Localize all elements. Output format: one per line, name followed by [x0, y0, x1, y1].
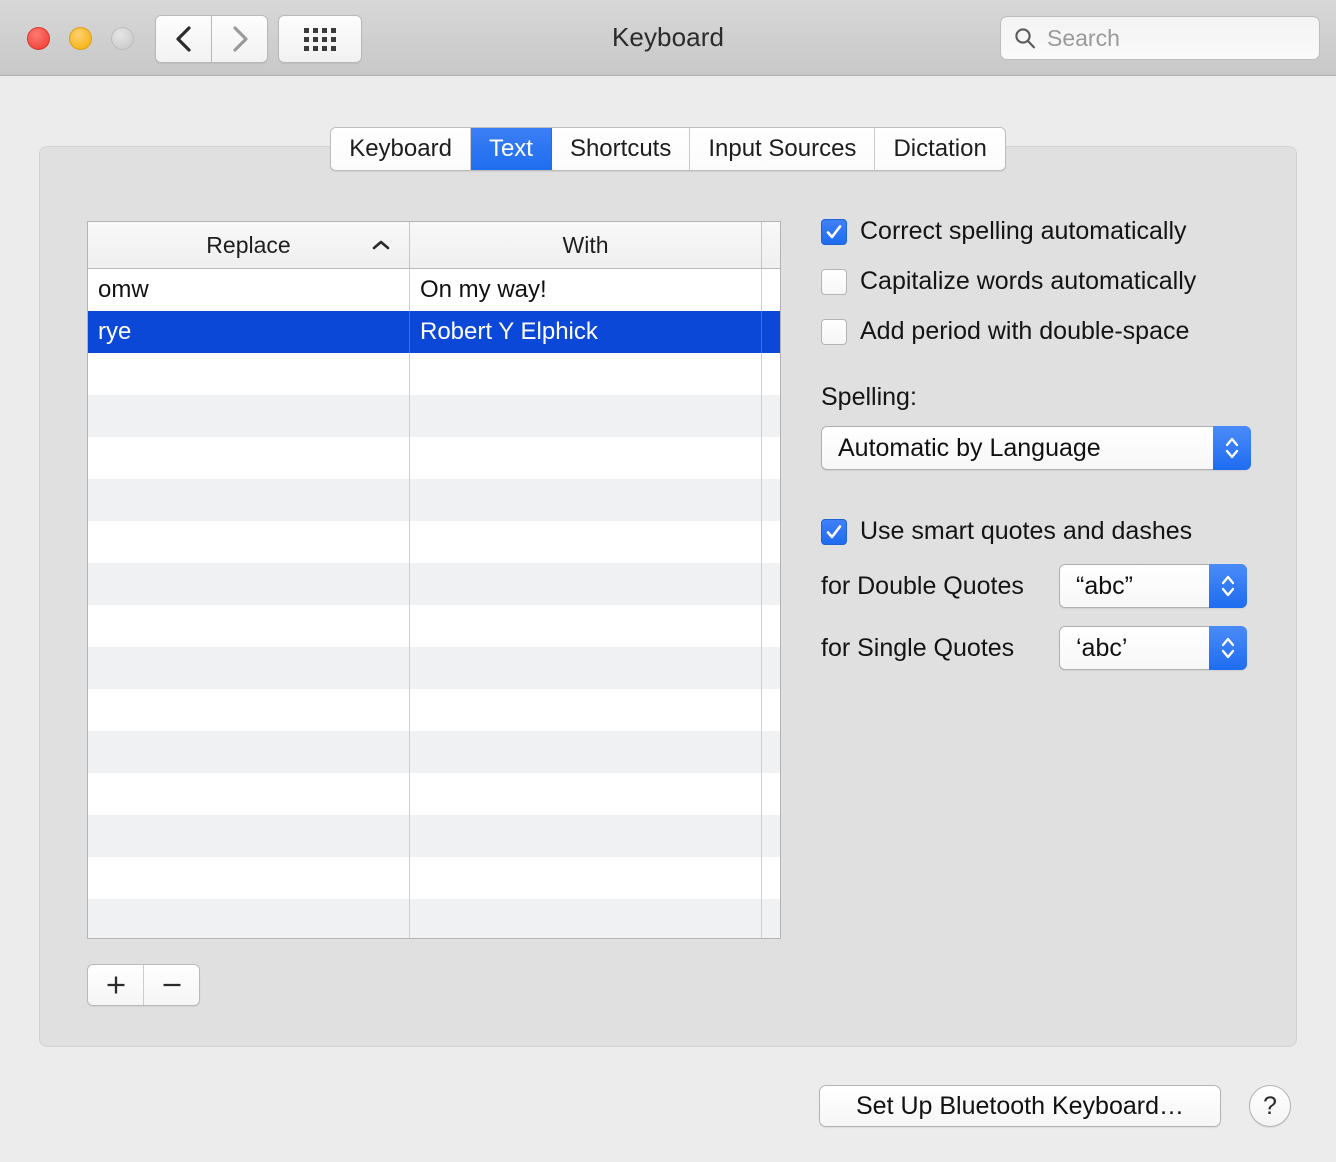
spelling-popup-button[interactable]: Automatic by Language — [821, 426, 1251, 470]
chevron-up-down-icon — [1222, 433, 1242, 463]
checkbox-correct-spelling[interactable] — [821, 219, 847, 245]
text-options: Correct spelling automatically Capitaliz… — [821, 217, 1261, 670]
single-quotes-row: for Single Quotes ‘abc’ — [821, 626, 1261, 670]
option-add-period[interactable]: Add period with double-space — [821, 317, 1261, 346]
table-empty-row[interactable] — [88, 437, 780, 479]
checkbox-add-period[interactable] — [821, 319, 847, 345]
option-smart-quotes[interactable]: Use smart quotes and dashes — [821, 517, 1261, 546]
search-icon — [1013, 26, 1037, 50]
checkmark-icon — [824, 522, 844, 542]
option-correct-spelling[interactable]: Correct spelling automatically — [821, 217, 1261, 246]
table-body: omw On my way! rye Robert Y Elphick — [88, 269, 780, 939]
table-empty-row[interactable] — [88, 521, 780, 563]
text-replacement-table[interactable]: Replace With omw On my way! rye Robert Y… — [87, 221, 781, 939]
single-quotes-value: ‘abc’ — [1060, 634, 1127, 663]
search-input[interactable]: Search — [1047, 25, 1120, 52]
help-button[interactable]: ? — [1249, 1085, 1291, 1127]
minus-icon — [160, 973, 184, 997]
table-empty-row[interactable] — [88, 563, 780, 605]
table-empty-row[interactable] — [88, 689, 780, 731]
table-empty-row[interactable] — [88, 731, 780, 773]
tab-shortcuts[interactable]: Shortcuts — [552, 128, 690, 170]
option-add-period-label: Add period with double-space — [860, 317, 1189, 346]
checkbox-capitalize-words[interactable] — [821, 269, 847, 295]
chevron-up-down-icon — [1218, 633, 1238, 663]
table-row[interactable]: omw On my way! — [88, 269, 780, 311]
remove-button[interactable] — [144, 965, 199, 1005]
plus-icon — [104, 973, 128, 997]
column-header-replace-label: Replace — [206, 232, 290, 259]
tab-text[interactable]: Text — [471, 128, 552, 170]
chevron-up-down-icon — [1218, 571, 1238, 601]
cell-with: On my way! — [410, 269, 762, 311]
set-up-bluetooth-keyboard-button[interactable]: Set Up Bluetooth Keyboard… — [819, 1085, 1221, 1127]
table-empty-row[interactable] — [88, 353, 780, 395]
table-header-row: Replace With — [88, 222, 780, 269]
double-quotes-popup-button[interactable]: “abc” — [1059, 564, 1247, 608]
stepper-arrows-icon[interactable] — [1209, 564, 1247, 608]
double-quotes-row: for Double Quotes “abc” — [821, 564, 1261, 608]
option-smart-quotes-label: Use smart quotes and dashes — [860, 517, 1192, 546]
stepper-arrows-icon[interactable] — [1209, 626, 1247, 670]
double-quotes-value: “abc” — [1060, 572, 1133, 601]
table-empty-row[interactable] — [88, 773, 780, 815]
checkmark-icon — [824, 222, 844, 242]
table-empty-row[interactable] — [88, 479, 780, 521]
table-row[interactable]: rye Robert Y Elphick — [88, 311, 780, 353]
double-quotes-label: for Double Quotes — [821, 572, 1059, 601]
text-preferences-panel: Replace With omw On my way! rye Robert Y… — [39, 146, 1297, 1047]
spelling-label: Spelling: — [821, 383, 1261, 412]
single-quotes-popup-button[interactable]: ‘abc’ — [1059, 626, 1247, 670]
table-empty-row[interactable] — [88, 395, 780, 437]
option-capitalize-words-label: Capitalize words automatically — [860, 267, 1196, 296]
cell-replace: omw — [88, 269, 410, 311]
option-correct-spelling-label: Correct spelling automatically — [860, 217, 1187, 246]
checkbox-smart-quotes[interactable] — [821, 519, 847, 545]
cell-replace: rye — [88, 311, 410, 353]
search-field[interactable]: Search — [1000, 16, 1320, 60]
tab-keyboard[interactable]: Keyboard — [331, 128, 471, 170]
cell-spacer — [762, 311, 780, 353]
table-empty-row[interactable] — [88, 647, 780, 689]
cell-with: Robert Y Elphick — [410, 311, 762, 353]
tab-dictation[interactable]: Dictation — [875, 128, 1004, 170]
table-empty-row[interactable] — [88, 857, 780, 899]
table-empty-row[interactable] — [88, 815, 780, 857]
preference-tabs: Keyboard Text Shortcuts Input Sources Di… — [0, 127, 1336, 171]
add-button[interactable] — [88, 965, 144, 1005]
cell-spacer — [762, 269, 780, 311]
stepper-arrows-icon[interactable] — [1213, 426, 1251, 470]
option-capitalize-words[interactable]: Capitalize words automatically — [821, 267, 1261, 296]
column-header-with[interactable]: With — [410, 222, 762, 268]
tab-input-sources[interactable]: Input Sources — [690, 128, 875, 170]
table-empty-row[interactable] — [88, 605, 780, 647]
column-header-with-label: With — [563, 232, 609, 259]
window-toolbar: Keyboard Search — [0, 0, 1336, 76]
table-empty-row[interactable] — [88, 899, 780, 939]
list-controls — [87, 964, 200, 1006]
table-header-corner — [762, 222, 780, 268]
spelling-value: Automatic by Language — [822, 434, 1101, 463]
chevron-up-icon — [371, 239, 391, 251]
column-header-replace[interactable]: Replace — [88, 222, 410, 268]
single-quotes-label: for Single Quotes — [821, 634, 1059, 663]
